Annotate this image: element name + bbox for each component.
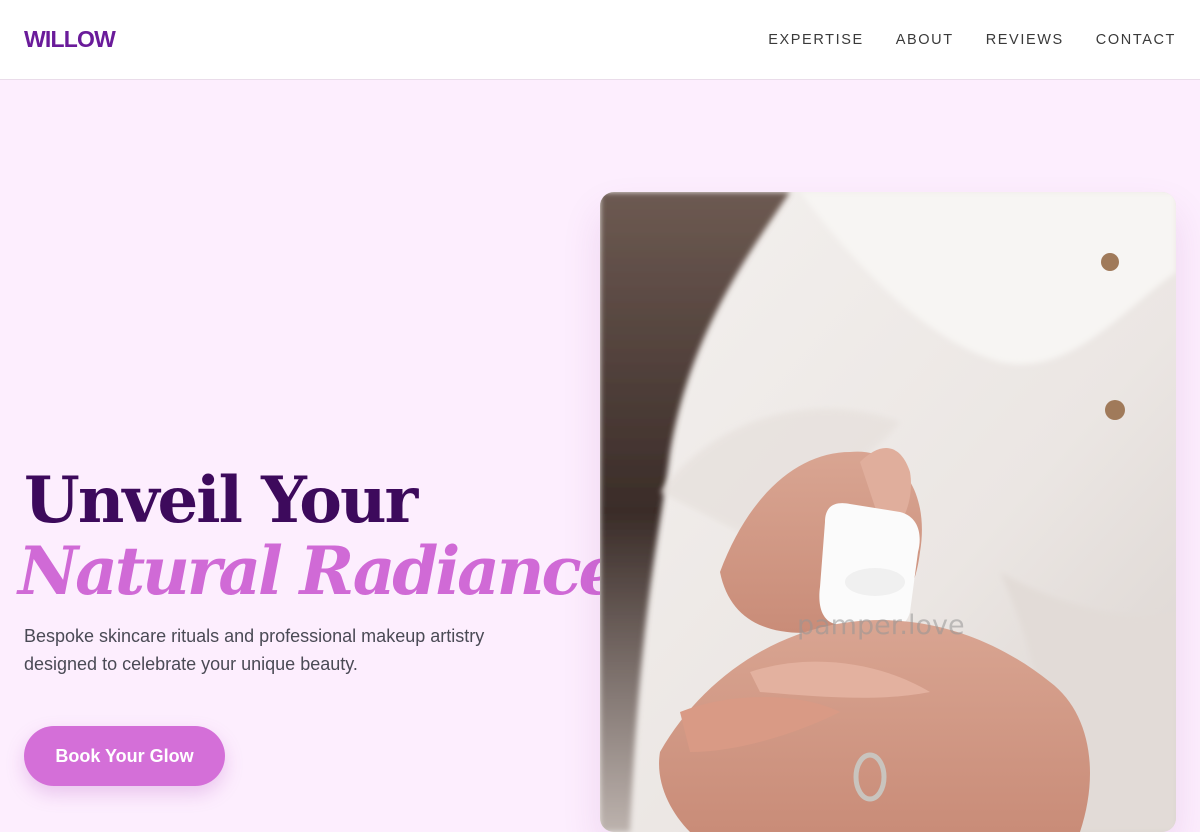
hero-subtext: Bespoke skincare rituals and professiona… xyxy=(24,626,485,674)
nav-link-about[interactable]: ABOUT xyxy=(896,32,954,48)
nav-link-reviews[interactable]: REVIEWS xyxy=(986,32,1064,48)
hero-headline-line2: Natural Radiance. xyxy=(18,532,640,610)
nav-link-contact[interactable]: CONTACT xyxy=(1096,32,1176,48)
main-nav: EXPERTISE ABOUT REVIEWS CONTACT xyxy=(768,32,1176,48)
brand-logo[interactable]: WILLOW xyxy=(24,26,116,53)
book-your-glow-button[interactable]: Book Your Glow xyxy=(24,726,225,786)
hero-photo-illustration xyxy=(600,192,1176,832)
hero-image: pamper.love xyxy=(600,192,1176,832)
hero-headline-line1: Unveil Your xyxy=(24,463,418,538)
nav-link-expertise[interactable]: EXPERTISE xyxy=(768,32,864,48)
image-watermark: pamper.love xyxy=(797,610,965,641)
hero-copy: Unveil Your Natural Radiance. Bespoke sk… xyxy=(18,462,640,678)
top-navigation-bar: WILLOW EXPERTISE ABOUT REVIEWS CONTACT xyxy=(0,0,1200,80)
